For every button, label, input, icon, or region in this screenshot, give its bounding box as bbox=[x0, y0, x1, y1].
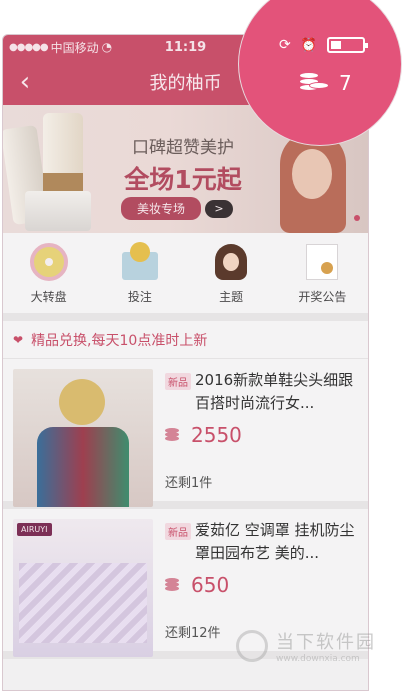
spotlight-status-icons: ⟳ ⏰ bbox=[279, 37, 368, 53]
span bbox=[165, 586, 179, 591]
banner-cta[interactable]: 美妆专场 > bbox=[121, 197, 234, 220]
product-price: 650 bbox=[191, 573, 230, 597]
banner-subheadline: 全场1元起 bbox=[124, 165, 242, 194]
p-name-row: 新品 爱茹亿 空调罩 挂机防尘罩田园布艺 美的... bbox=[165, 519, 358, 565]
icon-holder bbox=[302, 242, 342, 282]
new-badge: 新品 bbox=[165, 373, 191, 390]
carrier-info: ●●●●● 中国移动 ◔ bbox=[9, 39, 112, 56]
p-name-row: 新品 2016新款单鞋尖头细跟百搭时尚流行女... bbox=[165, 369, 358, 415]
product-box-image bbox=[25, 191, 91, 231]
coin-icon bbox=[165, 578, 185, 592]
prize-wheel-icon bbox=[29, 242, 68, 281]
watermark: 当下软件园 www.downxia.com bbox=[236, 628, 376, 664]
heart-icon: ❤ bbox=[13, 332, 24, 347]
banner-cta-arrow-icon[interactable]: > bbox=[205, 199, 234, 218]
product-stock: 还剩1件 bbox=[165, 476, 213, 491]
section-header: ❤ 精品兑换,每天10点准时上新 bbox=[3, 321, 368, 359]
feature-label: 开奖公告 bbox=[298, 289, 347, 304]
brand-logo: AIRUYI bbox=[17, 523, 52, 536]
coin-box-icon bbox=[121, 241, 158, 280]
coin-icon bbox=[165, 428, 185, 442]
feature-announcement[interactable]: 开奖公告 bbox=[277, 233, 368, 313]
product-price: 2550 bbox=[191, 423, 242, 447]
product-info: 新品 2016新款单鞋尖头细跟百搭时尚流行女... 2550 还剩1件 bbox=[165, 369, 358, 491]
banner-headline: 口碑超赞美护 bbox=[132, 138, 234, 158]
feature-icon-row: 大转盘 投注 主题 开奖公告 bbox=[3, 233, 368, 321]
feature-label: 投注 bbox=[127, 289, 152, 304]
watermark-url: www.downxia.com bbox=[276, 654, 360, 664]
back-button[interactable]: ‹ bbox=[3, 59, 47, 105]
icon-holder bbox=[29, 242, 69, 282]
wifi-icon: ◔ bbox=[101, 40, 113, 54]
chevron-left-icon: ‹ bbox=[19, 67, 31, 97]
banner-cta-label[interactable]: 美妆专场 bbox=[121, 197, 202, 220]
feature-label: 主题 bbox=[219, 289, 244, 304]
signal-icon: ●●●●● bbox=[9, 41, 49, 53]
product-name: 2016新款单鞋尖头细跟百搭时尚流行女... bbox=[195, 371, 354, 412]
carousel-indicator[interactable] bbox=[354, 215, 360, 221]
feature-label: 大转盘 bbox=[30, 289, 67, 304]
product-name: 爱茹亿 空调罩 挂机防尘罩田园布艺 美的... bbox=[195, 521, 355, 562]
product-image[interactable]: AIRUYI bbox=[13, 519, 153, 657]
feature-theme[interactable]: 主题 bbox=[186, 233, 277, 313]
rotation-lock-icon: ⟳ bbox=[279, 37, 291, 53]
banner-model-image bbox=[276, 131, 350, 233]
list-item[interactable]: 新品 2016新款单鞋尖头细跟百搭时尚流行女... 2550 还剩1件 bbox=[3, 359, 368, 509]
wm-text: 当下软件园 www.downxia.com bbox=[276, 628, 376, 664]
watermark-logo-icon bbox=[236, 630, 268, 662]
model-face bbox=[292, 149, 332, 199]
icon-holder bbox=[120, 241, 160, 282]
product-info: 新品 爱茹亿 空调罩 挂机防尘罩田园布艺 美的... 650 还剩12件 bbox=[165, 519, 358, 641]
new-badge: 新品 bbox=[165, 523, 191, 540]
alarm-icon: ⏰ bbox=[300, 37, 317, 53]
battery-icon bbox=[326, 37, 368, 53]
product-image[interactable] bbox=[13, 369, 153, 507]
girl-avatar-icon bbox=[215, 243, 248, 280]
watermark-title: 当下软件园 bbox=[276, 632, 376, 653]
span bbox=[309, 82, 329, 89]
icon-holder bbox=[211, 242, 251, 282]
banner-text: 口碑超赞美护 全场1元起 bbox=[113, 133, 253, 196]
certificate-icon bbox=[306, 243, 339, 280]
carrier-name: 中国移动 bbox=[50, 40, 99, 55]
coin-count: 7 bbox=[339, 71, 352, 95]
feature-bet[interactable]: 投注 bbox=[94, 233, 185, 313]
coin-balance[interactable]: 7 bbox=[299, 71, 352, 95]
section-title: 精品兑换,每天10点准时上新 bbox=[31, 332, 208, 349]
feature-wheel[interactable]: 大转盘 bbox=[3, 233, 94, 313]
coin-stack-icon bbox=[299, 72, 329, 94]
p-price-row: 650 bbox=[165, 573, 358, 597]
battery-level bbox=[330, 41, 342, 49]
status-time: 11:19 bbox=[164, 39, 207, 55]
p-price-row: 2550 bbox=[165, 423, 358, 447]
span bbox=[165, 436, 179, 441]
